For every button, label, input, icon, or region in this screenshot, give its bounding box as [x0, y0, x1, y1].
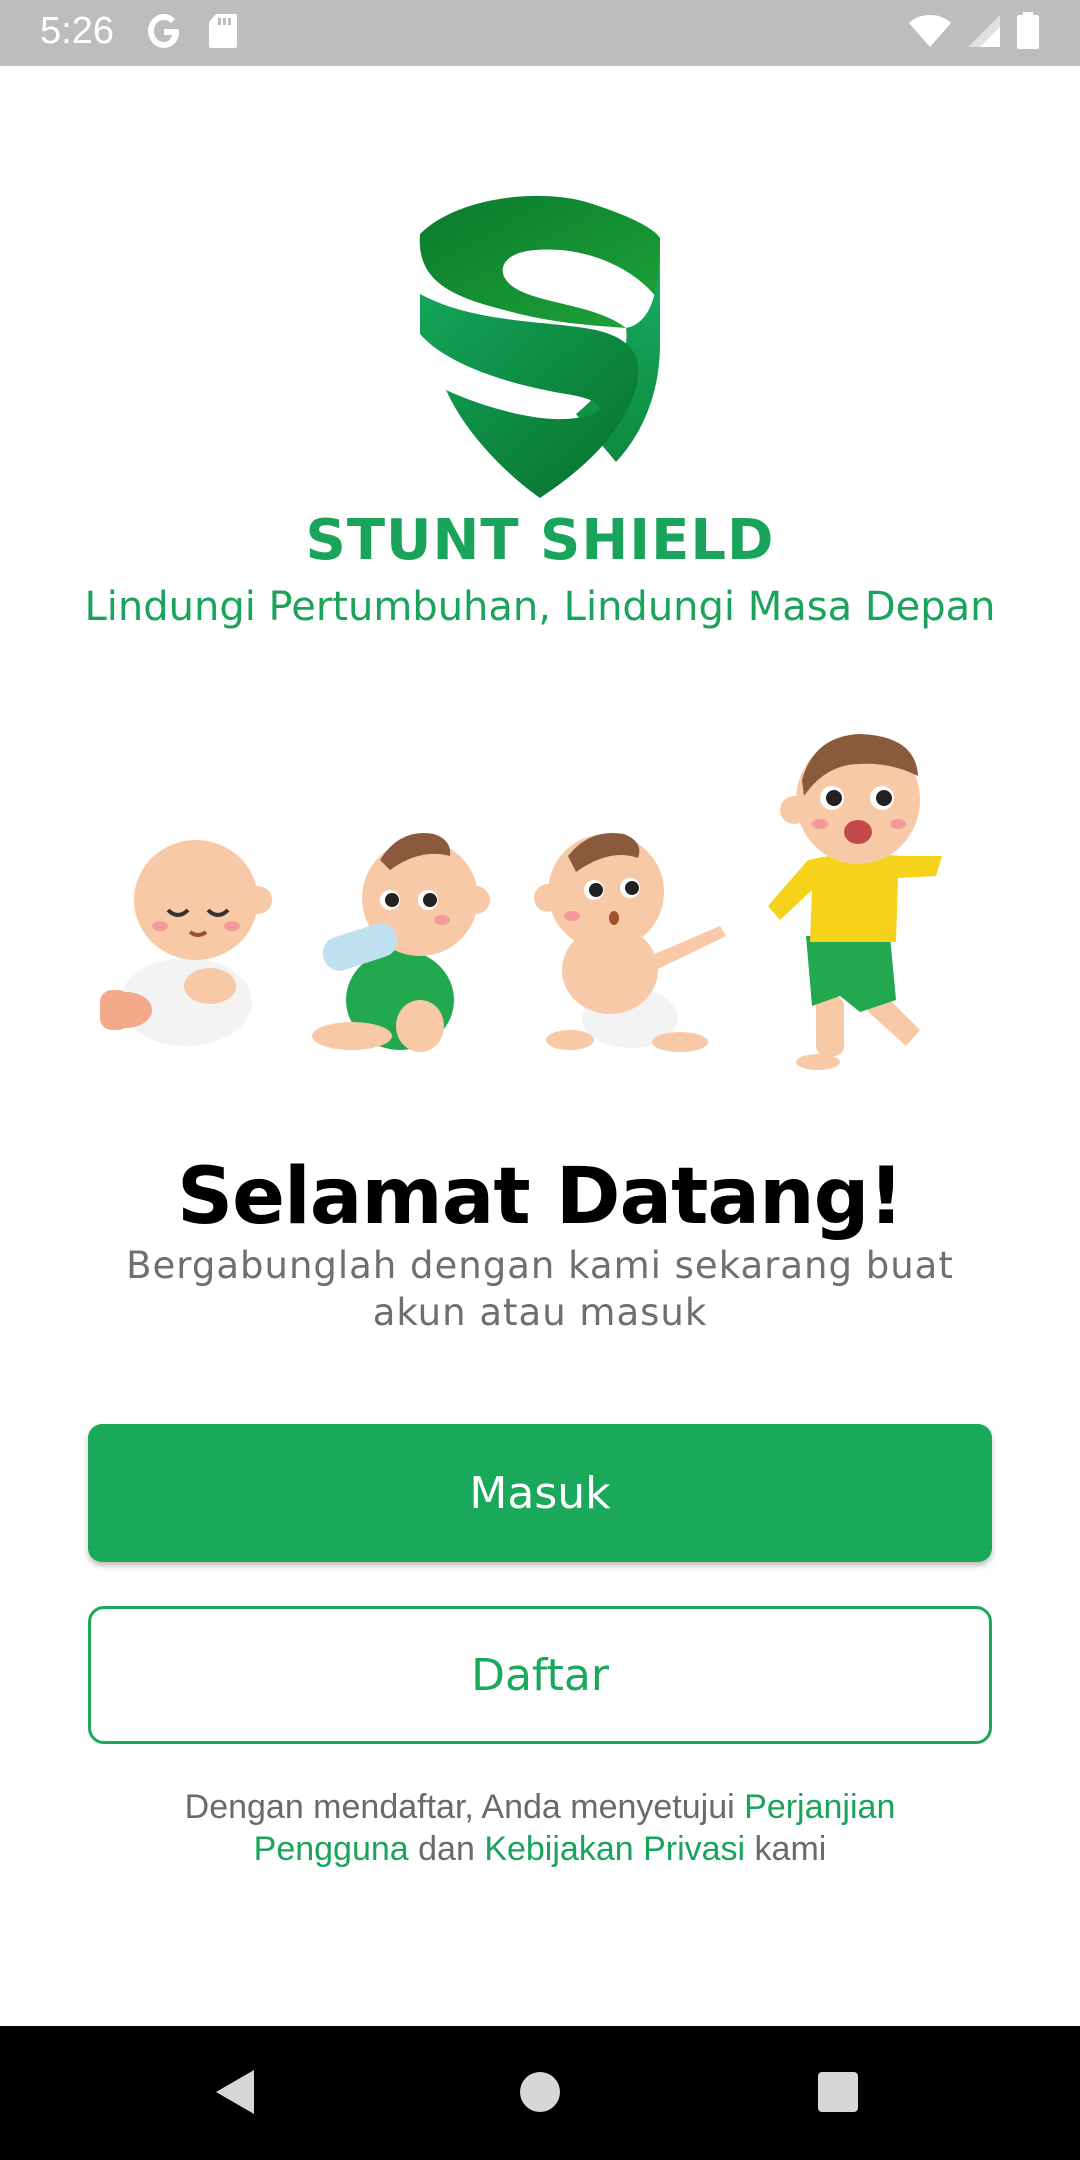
brand-tagline: Lindungi Pertumbuhan, Lindungi Masa Depa… — [84, 584, 996, 630]
status-right-icons — [908, 12, 1040, 50]
baby-sleeping — [100, 840, 272, 1046]
recents-icon[interactable] — [818, 2072, 858, 2112]
stunt-shield-logo — [419, 195, 660, 498]
welcome-title: Selamat Datang! — [176, 1152, 904, 1242]
navigation-bar — [0, 2026, 1080, 2160]
register-button[interactable]: Daftar — [88, 1606, 992, 1744]
battery-icon — [1017, 12, 1039, 49]
terms-prefix: Dengan mendaftar, Anda menyetujui — [184, 1788, 745, 1826]
baby-crawling — [534, 832, 726, 1052]
sd-card-icon — [209, 14, 237, 48]
terms-text: Dengan mendaftar, Anda menyetujui Perjan… — [140, 1786, 940, 1870]
back-icon[interactable] — [214, 2068, 258, 2116]
wifi-icon — [909, 15, 951, 47]
welcome-subtitle: Bergabunglah dengan kami sekarang buat a… — [126, 1244, 954, 1334]
status-left-icons — [146, 12, 238, 50]
terms-suffix: kami — [745, 1830, 827, 1868]
signal-icon — [968, 15, 1000, 47]
toddler-walking — [768, 734, 942, 1070]
home-icon[interactable] — [520, 2072, 560, 2112]
baby-growth-illustration — [100, 734, 942, 1070]
baby-bottle — [312, 833, 490, 1052]
status-bar: 5:26 — [0, 0, 1080, 66]
status-time: 5:26 — [40, 10, 114, 52]
privacy-policy-link[interactable]: Kebijakan Privasi — [484, 1830, 745, 1868]
brand-name: STUNT SHIELD — [305, 508, 775, 573]
terms-middle: dan — [408, 1830, 485, 1868]
google-icon — [148, 14, 179, 48]
login-button[interactable]: Masuk — [88, 1424, 992, 1562]
